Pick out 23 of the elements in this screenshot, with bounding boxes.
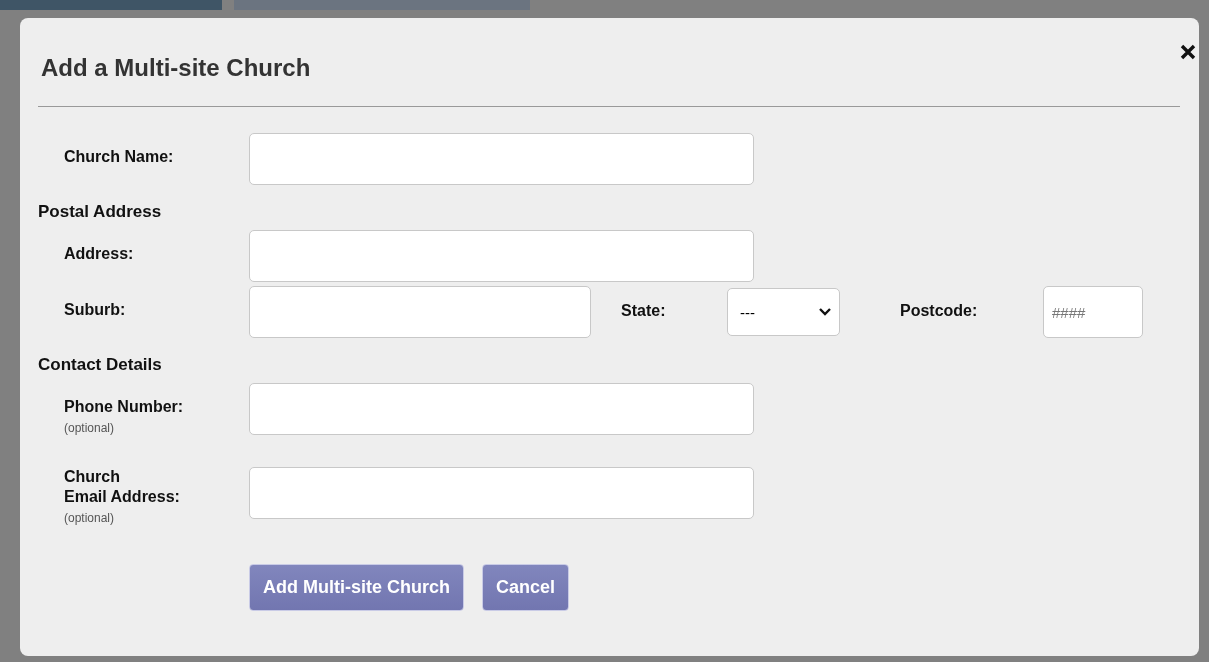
text-field[interactable] (249, 230, 754, 282)
optional-note: (optional) (64, 511, 116, 525)
chevron-down-icon (819, 308, 831, 316)
text-field[interactable] (249, 383, 754, 435)
text-field[interactable] (249, 133, 754, 185)
field-label: Church Email Address: (64, 467, 181, 507)
dialog-title: Add a Multi-site Church (41, 54, 311, 82)
optional-note: (optional) (64, 421, 116, 435)
field-label: Phone Number: (64, 397, 185, 417)
field-label: State: (621, 301, 667, 320)
text-field[interactable]: #### (1043, 286, 1143, 338)
section-heading: Postal Address (38, 202, 163, 222)
state-dropdown[interactable]: --- (727, 288, 840, 336)
text-field[interactable] (249, 286, 591, 338)
field-label: Church Name: (64, 147, 175, 167)
field-label: Suburb: (64, 300, 127, 320)
dialog-button[interactable]: Cancel (482, 564, 570, 611)
dialog-button[interactable]: Add Multi-site Church (249, 564, 464, 611)
text-field[interactable] (249, 467, 754, 519)
field-label: Postcode: (900, 301, 979, 320)
close-icon[interactable] (1180, 44, 1196, 60)
section-heading: Contact Details (38, 355, 163, 375)
field-label: Address: (64, 244, 135, 264)
